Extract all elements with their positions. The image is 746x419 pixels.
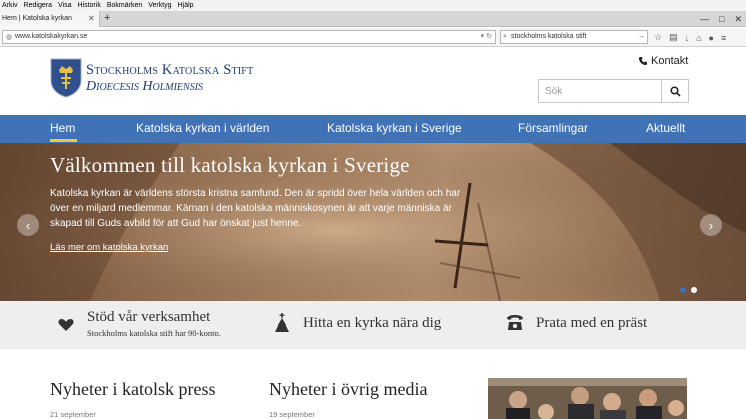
url-text: www.katolskakyrkan.se (15, 33, 88, 40)
menu-hjalp[interactable]: Hjälp (178, 0, 194, 11)
news-catholic-press-date: 21 september (50, 410, 96, 419)
hero-banner: Välkommen till katolska kyrkan i Sverige… (0, 143, 746, 301)
search-icon (670, 85, 681, 97)
main-nav: Hem Katolska kyrkan i världen Katolska k… (0, 115, 746, 143)
news-other-media-date: 19 september (269, 410, 315, 419)
nav-active-indicator (50, 139, 77, 142)
hero-title: Välkommen till katolska kyrkan i Sverige (50, 153, 410, 177)
slide-dot-1[interactable] (680, 287, 686, 293)
feature-support-subtitle: Stockholms katolska stift har 90-konto. (87, 328, 221, 338)
phone-icon (507, 315, 523, 330)
people-photo-illustration (488, 378, 687, 419)
news-other-media-heading[interactable]: Nyheter i övrig media (269, 379, 427, 400)
minimize-icon[interactable]: — (700, 14, 709, 24)
contact-link[interactable]: Kontakt (638, 55, 688, 67)
hero-read-more-link[interactable]: Läs mer om katolska kyrkan (50, 242, 168, 253)
feature-talk-priest-title[interactable]: Prata med en präst (536, 315, 647, 332)
menu-verktyg[interactable]: Verktyg (148, 0, 171, 11)
contact-label: Kontakt (651, 55, 689, 67)
browser-menubar: Arkiv Redigera Visa Historik Bokmärken V… (0, 0, 746, 11)
browser-tabbar: Hem | Katolska kyrkan ✕ + — □ ✕ (0, 11, 746, 27)
chat-icon[interactable]: ● (709, 33, 714, 43)
search-input[interactable] (539, 80, 661, 102)
window-controls: — □ ✕ (700, 11, 742, 27)
chevron-right-icon: › (708, 217, 714, 233)
reload-icon[interactable]: ▾ ↻ (481, 31, 492, 43)
window-close-icon[interactable]: ✕ (734, 14, 742, 25)
menu-visa[interactable]: Visa (58, 0, 72, 11)
menu-arkiv[interactable]: Arkiv (2, 0, 18, 11)
hero-prev-button[interactable]: ‹ (17, 214, 39, 236)
chevron-left-icon: ‹ (25, 217, 31, 233)
nav-item-katolska-kyrkan-i-sverige[interactable]: Katolska kyrkan i Sverige (327, 115, 462, 143)
slide-dot-2[interactable] (691, 287, 697, 293)
browser-tab[interactable]: Hem | Katolska kyrkan (0, 11, 100, 27)
feature-bar: Stöd vår verksamhet Stockholms katolska … (0, 301, 746, 349)
search-button[interactable] (661, 80, 689, 102)
download-icon[interactable]: ↓ (685, 33, 690, 43)
search-go-icon[interactable]: → (638, 31, 645, 43)
page: Arkiv Redigera Visa Historik Bokmärken V… (0, 0, 746, 419)
close-tab-icon[interactable]: ✕ (88, 11, 95, 27)
diocese-shield-logo[interactable] (50, 58, 82, 98)
nav-item-katolska-kyrkan-i-varlden[interactable]: Katolska kyrkan i världen (136, 115, 269, 143)
search-engine-icon: ⌕ (503, 33, 507, 40)
hero-next-button[interactable]: › (700, 214, 722, 236)
browser-navbar: ◍ www.katolskakyrkan.se ▾ ↻ ⌕ stockholms… (0, 28, 746, 47)
tab-title: Hem | Katolska kyrkan (2, 15, 72, 22)
phone-icon (639, 57, 647, 65)
browser-search-text: stockholms katolska stift (511, 33, 587, 40)
star-icon[interactable]: ☆ (654, 32, 662, 43)
menu-bokmarken[interactable]: Bokmärken (107, 0, 142, 11)
nav-item-aktuellt[interactable]: Aktuellt (646, 115, 685, 143)
feature-find-church-title[interactable]: Hitta en kyrka nära dig (303, 315, 441, 332)
menu-redigera[interactable]: Redigera (24, 0, 52, 11)
menu-historik[interactable]: Historik (77, 0, 100, 11)
feature-support-title[interactable]: Stöd vår verksamhet (87, 309, 210, 326)
people-photo[interactable] (488, 378, 687, 419)
site-search (538, 79, 689, 103)
new-tab-icon[interactable]: + (104, 11, 110, 26)
nav-item-forsamlingar[interactable]: Församlingar (518, 115, 588, 143)
globe-icon: ◍ (6, 34, 13, 41)
church-icon (275, 313, 289, 332)
news-catholic-press-heading[interactable]: Nyheter i katolsk press (50, 379, 215, 400)
site-latin-name[interactable]: Dioecesis Holmiensis (86, 79, 203, 95)
browser-toolbar-icons: ☆ ▤ ↓ ⌂ ● ≡ (654, 31, 726, 44)
hero-text: Katolska kyrkan är världens största kris… (50, 188, 461, 229)
site-name[interactable]: Stockholms Katolska Stift (86, 62, 253, 79)
maximize-icon[interactable]: □ (719, 14, 724, 24)
heart-icon (58, 319, 74, 331)
url-bar[interactable]: ◍ www.katolskakyrkan.se ▾ ↻ (2, 30, 496, 44)
menu-icon[interactable]: ≡ (721, 33, 726, 43)
home-icon[interactable]: ⌂ (696, 33, 701, 43)
browser-search-bar[interactable]: ⌕ stockholms katolska stift → (500, 30, 648, 44)
reading-list-icon[interactable]: ▤ (669, 32, 678, 43)
